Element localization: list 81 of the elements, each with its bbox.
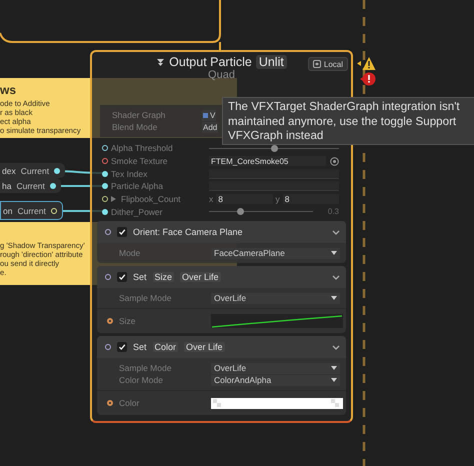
texture-field[interactable]: FTEM_CoreSmoke05: [209, 156, 326, 166]
axis-label: x: [209, 194, 214, 204]
checkbox[interactable]: [117, 227, 127, 238]
setting-label: Sample Mode: [118, 293, 172, 304]
setting-label: Blend Mode: [111, 122, 158, 132]
checkbox[interactable]: [117, 272, 127, 282]
property-node[interactable]: on Current: [0, 201, 63, 220]
port-dot[interactable]: [102, 183, 108, 190]
flow-port[interactable]: [105, 344, 111, 350]
checkbox[interactable]: [117, 342, 127, 352]
property-name: ha: [2, 180, 12, 190]
port-dot[interactable]: [107, 400, 113, 406]
block-title-chip: Color: [152, 342, 178, 352]
error-icon[interactable]: [360, 72, 376, 86]
port-label: Smoke Texture: [111, 156, 169, 166]
port-label: Size: [119, 316, 137, 326]
note-title: ws: [0, 83, 16, 97]
target-icon[interactable]: [330, 156, 339, 166]
expand-icon[interactable]: [111, 196, 116, 202]
setting-field[interactable]: V: [202, 110, 216, 120]
tooltip-text: The VFXTarget ShaderGraph integration isn't maintained anymore, use the toggle Support VFXGraph instead: [228, 100, 460, 142]
property-name: on: [3, 206, 12, 216]
block-title: Orient: Face Camera Plane: [133, 227, 243, 238]
port-label: Tex Index: [111, 168, 148, 179]
property-node[interactable]: dex Current: [0, 163, 66, 178]
node-subtitle: Quad: [208, 69, 235, 81]
block-title: Set: [133, 272, 147, 282]
input-field[interactable]: 8: [282, 194, 339, 204]
dropdown[interactable]: OverLife: [211, 292, 340, 304]
setting-label: Sample Mode: [118, 363, 172, 374]
property-value: Current: [16, 180, 45, 190]
property-name: dex: [2, 166, 16, 176]
block-title-chip: Size: [152, 272, 174, 282]
dropdown-arrow-icon: [331, 251, 337, 256]
port-label: Alpha Threshold: [111, 143, 174, 154]
slider-value: 0.3: [326, 207, 339, 216]
dropdown[interactable]: OverLife: [211, 362, 340, 374]
dropdown-arrow-icon: [331, 366, 337, 370]
port-dot[interactable]: [107, 318, 113, 324]
flow-port[interactable]: [105, 229, 111, 236]
port-dot[interactable]: [54, 168, 60, 174]
cube-icon: [312, 60, 321, 68]
port-label: Particle Alpha: [111, 181, 164, 192]
slider-thumb[interactable]: [237, 208, 244, 216]
gradient-field[interactable]: [211, 398, 343, 409]
flow-port[interactable]: [105, 274, 111, 280]
dropdown[interactable]: FaceCameraPlane: [211, 248, 340, 259]
dropdown-arrow-icon: [331, 378, 337, 382]
node-title-chip: Unlit: [256, 55, 287, 69]
block-title-chip: Over Life: [184, 342, 225, 352]
local-button[interactable]: Local: [308, 57, 348, 71]
curve-field[interactable]: [211, 314, 343, 328]
port-label: Color: [119, 398, 140, 408]
port-dot[interactable]: [102, 170, 108, 177]
chevron-icon[interactable]: [332, 274, 340, 280]
block-title: Set: [133, 342, 147, 352]
dropdown[interactable]: ColorAndAlpha: [211, 374, 340, 386]
warning-icon[interactable]: [357, 56, 376, 71]
port-dot[interactable]: [50, 182, 56, 188]
port-dot[interactable]: [102, 145, 108, 152]
setting-label: Mode: [118, 248, 142, 258]
vfx-icon: [156, 58, 166, 66]
property-node[interactable]: ha Current: [0, 178, 61, 193]
property-value: Current: [17, 206, 46, 216]
axis-label: y: [276, 194, 280, 204]
asset-icon: [203, 112, 208, 118]
property-value: Current: [20, 166, 50, 176]
block-title-chip: Over Life: [180, 272, 221, 282]
port-label: Flipbook_Count: [111, 194, 209, 204]
port-label: Dither_Power: [111, 206, 164, 217]
port-dot[interactable]: [102, 196, 108, 202]
port-dot[interactable]: [102, 158, 108, 164]
dropdown-arrow-icon: [331, 296, 337, 300]
port-dot[interactable]: [102, 208, 108, 215]
node-title: Output Particle: [169, 55, 252, 69]
input-field[interactable]: 8: [216, 194, 272, 204]
chevron-icon[interactable]: [332, 344, 340, 350]
chevron-icon[interactable]: [332, 230, 340, 235]
setting-label: Color Mode: [118, 375, 164, 386]
setting-label: Shader Graph: [111, 110, 166, 120]
setting-field[interactable]: Add: [202, 122, 218, 132]
